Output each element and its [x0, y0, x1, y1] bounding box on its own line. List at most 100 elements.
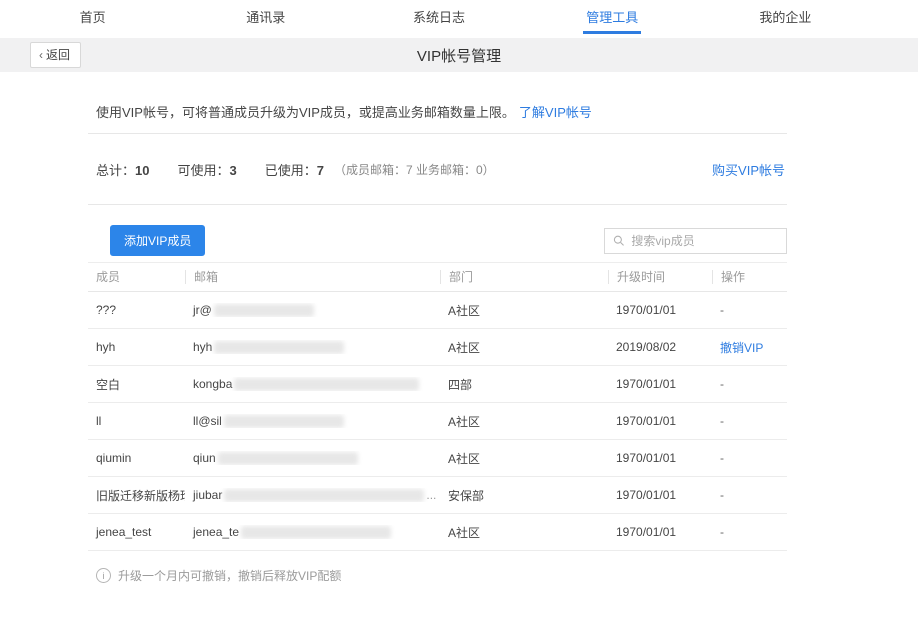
- email-visible-text: jenea_te: [193, 525, 239, 539]
- title-band: ‹ 返回 VIP帐号管理: [0, 38, 918, 72]
- row-date: 1970/01/01: [608, 451, 712, 465]
- email-visible-text: kongba: [193, 377, 232, 391]
- stat-total-label: 总计：: [96, 163, 135, 178]
- chevron-left-icon: ‹: [39, 49, 43, 61]
- col-header-action: 操作: [712, 270, 787, 284]
- search-box[interactable]: [604, 228, 787, 254]
- row-date: 1970/01/01: [608, 488, 712, 502]
- stat-available: 可使用：3: [177, 160, 236, 179]
- row-action: -: [712, 377, 787, 391]
- back-button-label: 返回: [46, 46, 70, 63]
- row-member: 空白: [88, 376, 185, 393]
- row-date: 1970/01/01: [608, 525, 712, 539]
- row-email: jenea_te: [185, 525, 440, 539]
- email-visible-text: ll@sil: [193, 414, 222, 428]
- row-date: 2019/08/02: [608, 340, 712, 354]
- main-content: 使用VIP帐号，可将普通成员升级为VIP成员，或提高业务邮箱数量上限。了解VIP…: [88, 102, 787, 584]
- row-dept: A社区: [440, 450, 608, 467]
- row-dept: 四部: [440, 376, 608, 393]
- email-visible-text: jiubar: [193, 488, 222, 502]
- tab-system-log[interactable]: 系统日志: [352, 0, 525, 38]
- action-none: -: [720, 377, 724, 391]
- email-visible-text: qiun: [193, 451, 216, 465]
- table-row: 旧版迁移新版杨珍 jiubar ... 安保部 1970/01/01 -: [88, 477, 787, 514]
- vip-member-table: 成员 邮箱 部门 升级时间 操作 ??? jr@ A社区 1970/01/01 …: [88, 262, 787, 551]
- email-redacted-blur: [224, 415, 344, 428]
- stat-available-label: 可使用：: [177, 163, 229, 178]
- email-visible-text: jr@: [193, 303, 212, 317]
- table-row: 空白 kongba 四部 1970/01/01 -: [88, 366, 787, 403]
- table-row: jenea_test jenea_te A社区 1970/01/01 -: [88, 514, 787, 551]
- row-dept: A社区: [440, 302, 608, 319]
- row-member: ll: [88, 414, 185, 428]
- footer-note: i 升级一个月内可撤销，撤销后释放VIP配额: [88, 567, 787, 584]
- row-member: ???: [88, 303, 185, 317]
- table-header: 成员 邮箱 部门 升级时间 操作: [88, 262, 787, 292]
- row-dept: 安保部: [440, 487, 608, 504]
- email-redacted-blur: [234, 378, 419, 391]
- stat-used: 已使用：7: [265, 160, 324, 179]
- row-email: hyh: [185, 340, 440, 354]
- email-redacted-blur: [218, 452, 358, 465]
- row-email: ll@sil: [185, 414, 440, 428]
- buy-vip-link[interactable]: 购买VIP帐号: [712, 160, 785, 179]
- row-email: kongba: [185, 377, 440, 391]
- table-row: qiumin qiun A社区 1970/01/01 -: [88, 440, 787, 477]
- page-title: VIP帐号管理: [417, 45, 501, 66]
- email-suffix: ...: [426, 488, 436, 502]
- info-icon: i: [96, 568, 111, 583]
- tab-admin-tools[interactable]: 管理工具: [526, 0, 699, 38]
- intro-description: 使用VIP帐号，可将普通成员升级为VIP成员，或提高业务邮箱数量上限。: [96, 105, 515, 120]
- tab-my-enterprise[interactable]: 我的企业: [699, 0, 872, 38]
- stat-used-value: 7: [317, 163, 324, 178]
- stat-total: 总计：10: [96, 160, 149, 179]
- row-member: 旧版迁移新版杨珍: [88, 487, 185, 504]
- toolbar: 添加VIP成员: [88, 225, 787, 256]
- table-row: hyh hyh A社区 2019/08/02 撤销VIP: [88, 329, 787, 366]
- learn-vip-link[interactable]: 了解VIP帐号: [519, 105, 592, 120]
- add-vip-member-button[interactable]: 添加VIP成员: [110, 225, 205, 256]
- footer-note-text: 升级一个月内可撤销，撤销后释放VIP配额: [118, 567, 341, 584]
- tab-contacts[interactable]: 通讯录: [179, 0, 352, 38]
- table-row: ll ll@sil A社区 1970/01/01 -: [88, 403, 787, 440]
- action-none: -: [720, 414, 724, 428]
- stat-available-value: 3: [230, 163, 237, 178]
- row-action: 撤销VIP: [712, 339, 787, 356]
- col-header-member: 成员: [88, 270, 185, 284]
- email-redacted-blur: [214, 341, 344, 354]
- col-header-dept: 部门: [440, 270, 608, 284]
- search-input[interactable]: [629, 233, 778, 249]
- stat-used-label: 已使用：: [265, 163, 317, 178]
- action-none: -: [720, 303, 724, 317]
- row-email: jr@: [185, 303, 440, 317]
- back-button[interactable]: ‹ 返回: [30, 42, 81, 68]
- row-action: -: [712, 414, 787, 428]
- action-none: -: [720, 451, 724, 465]
- action-none: -: [720, 488, 724, 502]
- row-email: qiun: [185, 451, 440, 465]
- row-dept: A社区: [440, 524, 608, 541]
- row-action: -: [712, 303, 787, 317]
- row-member: hyh: [88, 340, 185, 354]
- row-action: -: [712, 488, 787, 502]
- tab-home[interactable]: 首页: [6, 0, 179, 38]
- col-header-date: 升级时间: [608, 270, 712, 284]
- search-icon: [613, 234, 624, 247]
- email-redacted-blur: [241, 526, 391, 539]
- col-header-email: 邮箱: [185, 270, 440, 284]
- email-redacted-blur: [214, 304, 314, 317]
- revoke-vip-link[interactable]: 撤销VIP: [720, 339, 763, 356]
- row-member: jenea_test: [88, 525, 185, 539]
- row-dept: A社区: [440, 413, 608, 430]
- row-dept: A社区: [440, 339, 608, 356]
- row-action: -: [712, 451, 787, 465]
- top-nav: 首页 通讯录 系统日志 管理工具 我的企业: [6, 0, 872, 38]
- table-body: ??? jr@ A社区 1970/01/01 - hyh hyh A社区 201…: [88, 292, 787, 551]
- row-member: qiumin: [88, 451, 185, 465]
- row-date: 1970/01/01: [608, 303, 712, 317]
- stats-strip: 总计：10 可使用：3 已使用：7 （成员邮箱：7 业务邮箱：0） 购买VIP帐…: [88, 133, 787, 205]
- intro-text: 使用VIP帐号，可将普通成员升级为VIP成员，或提高业务邮箱数量上限。了解VIP…: [88, 102, 787, 121]
- row-date: 1970/01/01: [608, 377, 712, 391]
- table-row: ??? jr@ A社区 1970/01/01 -: [88, 292, 787, 329]
- row-action: -: [712, 525, 787, 539]
